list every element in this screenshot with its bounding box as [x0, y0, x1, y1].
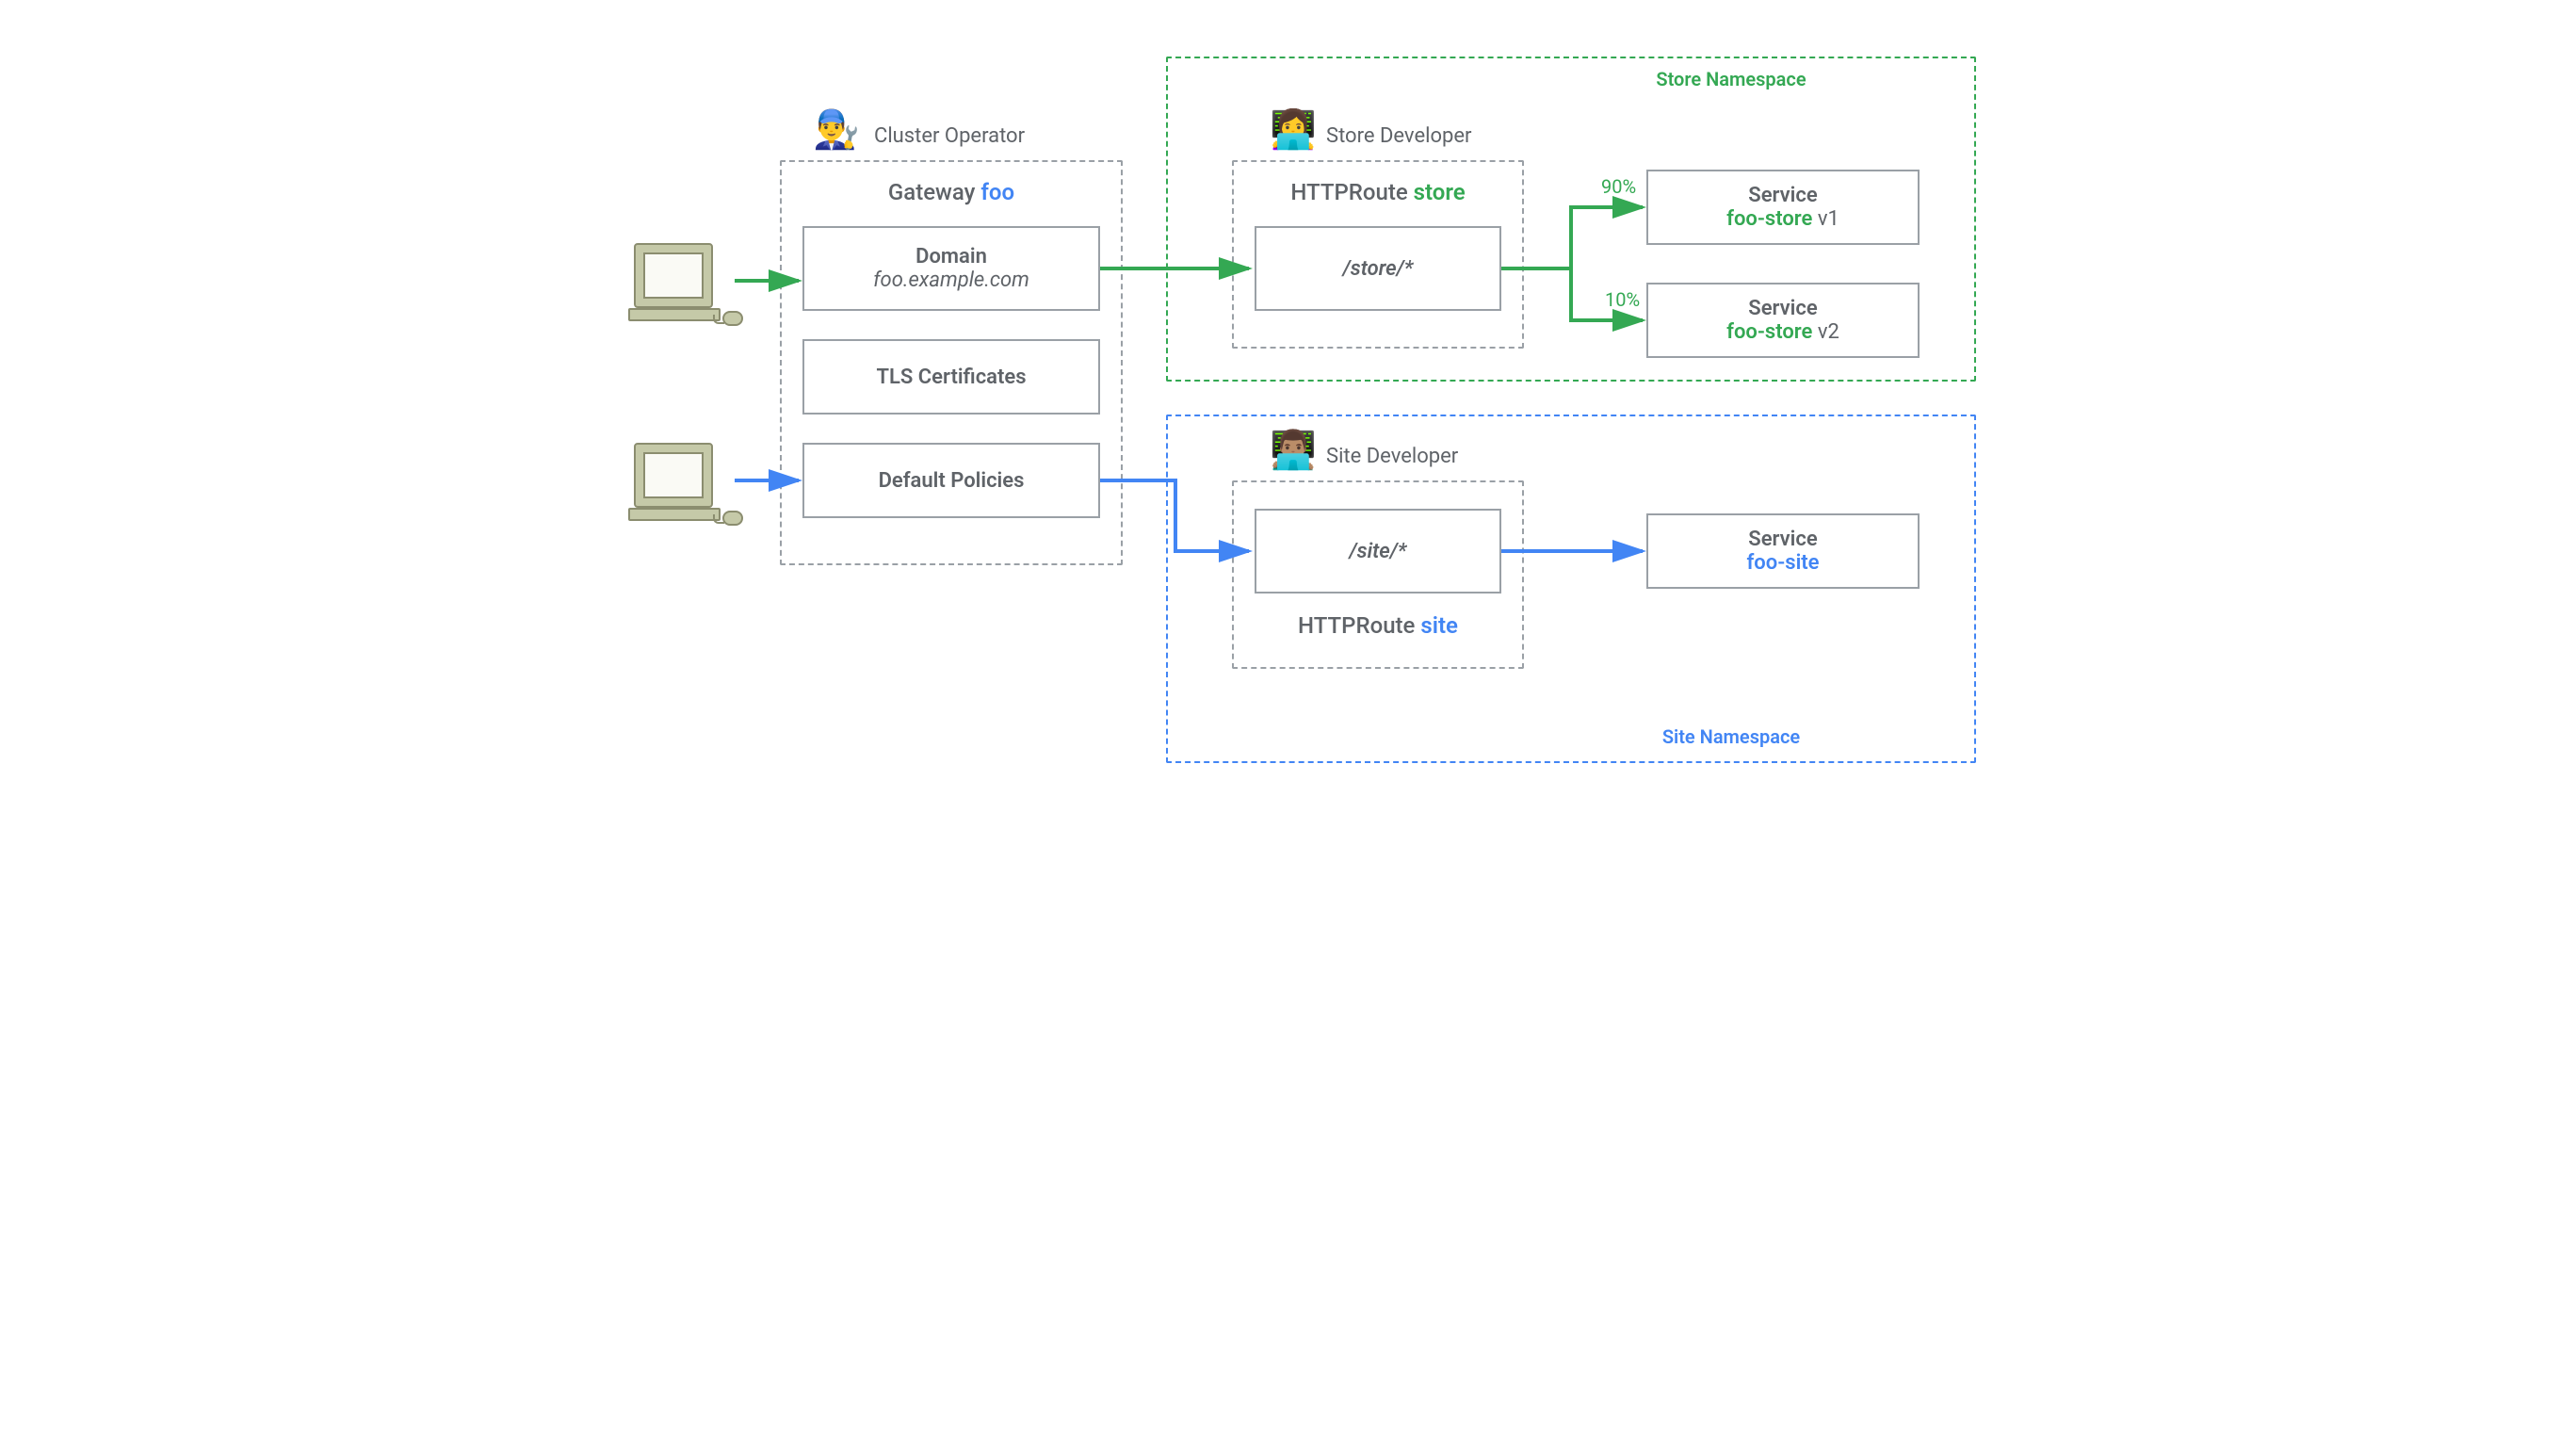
client-computer-2	[624, 443, 737, 537]
store-namespace-label: Store Namespace	[1486, 68, 1976, 90]
gateway-title: Gateway foo	[780, 179, 1123, 205]
svc-a-ver: v1	[1818, 207, 1839, 231]
store-weight-a: 90%	[1601, 175, 1636, 198]
svc-b-name: foo-store	[1726, 320, 1812, 344]
gateway-policies-box: Default Policies	[802, 443, 1100, 518]
store-developer-avatar: 👩‍💻	[1270, 111, 1317, 149]
site-svc-label: Service	[1748, 528, 1817, 551]
client-computer-1	[624, 243, 737, 337]
site-route-prefix: HTTPRoute	[1298, 612, 1415, 639]
site-svc-name: foo-site	[1746, 551, 1819, 575]
site-route-title: HTTPRoute site	[1232, 612, 1524, 639]
site-route-path: /site/*	[1255, 509, 1501, 594]
store-route-path: /store/*	[1255, 226, 1501, 311]
gateway-domain-box: Domain foo.example.com	[802, 226, 1100, 311]
gateway-policies-label: Default Policies	[879, 469, 1025, 493]
gateway-domain-label: Domain	[915, 245, 987, 268]
site-developer-label: Site Developer	[1326, 445, 1458, 468]
service-foo-store-v2: Service foo-store v2	[1646, 283, 1920, 358]
store-route-title: HTTPRoute store	[1232, 179, 1524, 205]
svc-b-label: Service	[1748, 297, 1817, 320]
site-route-name: site	[1420, 612, 1458, 639]
gateway-title-name: foo	[980, 179, 1014, 205]
svc-a-name: foo-store	[1726, 207, 1812, 231]
cluster-operator-avatar: 👨‍🔧	[813, 111, 860, 149]
site-namespace-label: Site Namespace	[1486, 725, 1976, 748]
svc-a-label: Service	[1748, 184, 1817, 207]
gateway-tls-box: TLS Certificates	[802, 339, 1100, 415]
store-route-name: store	[1414, 179, 1466, 205]
service-foo-site: Service foo-site	[1646, 513, 1920, 589]
gateway-tls-label: TLS Certificates	[876, 366, 1026, 389]
gateway-title-prefix: Gateway	[888, 179, 975, 205]
svc-b-ver: v2	[1818, 320, 1839, 344]
store-route-prefix: HTTPRoute	[1290, 179, 1407, 205]
site-developer-avatar: 👨🏽‍💻	[1270, 431, 1317, 469]
store-developer-label: Store Developer	[1326, 124, 1471, 148]
diagram-canvas: Store Namespace Site Namespace 👨‍🔧 Clust…	[573, 0, 2003, 795]
service-foo-store-v1: Service foo-store v1	[1646, 170, 1920, 245]
gateway-domain-value: foo.example.com	[873, 268, 1029, 292]
cluster-operator-label: Cluster Operator	[874, 124, 1025, 148]
store-weight-b: 10%	[1605, 288, 1640, 311]
